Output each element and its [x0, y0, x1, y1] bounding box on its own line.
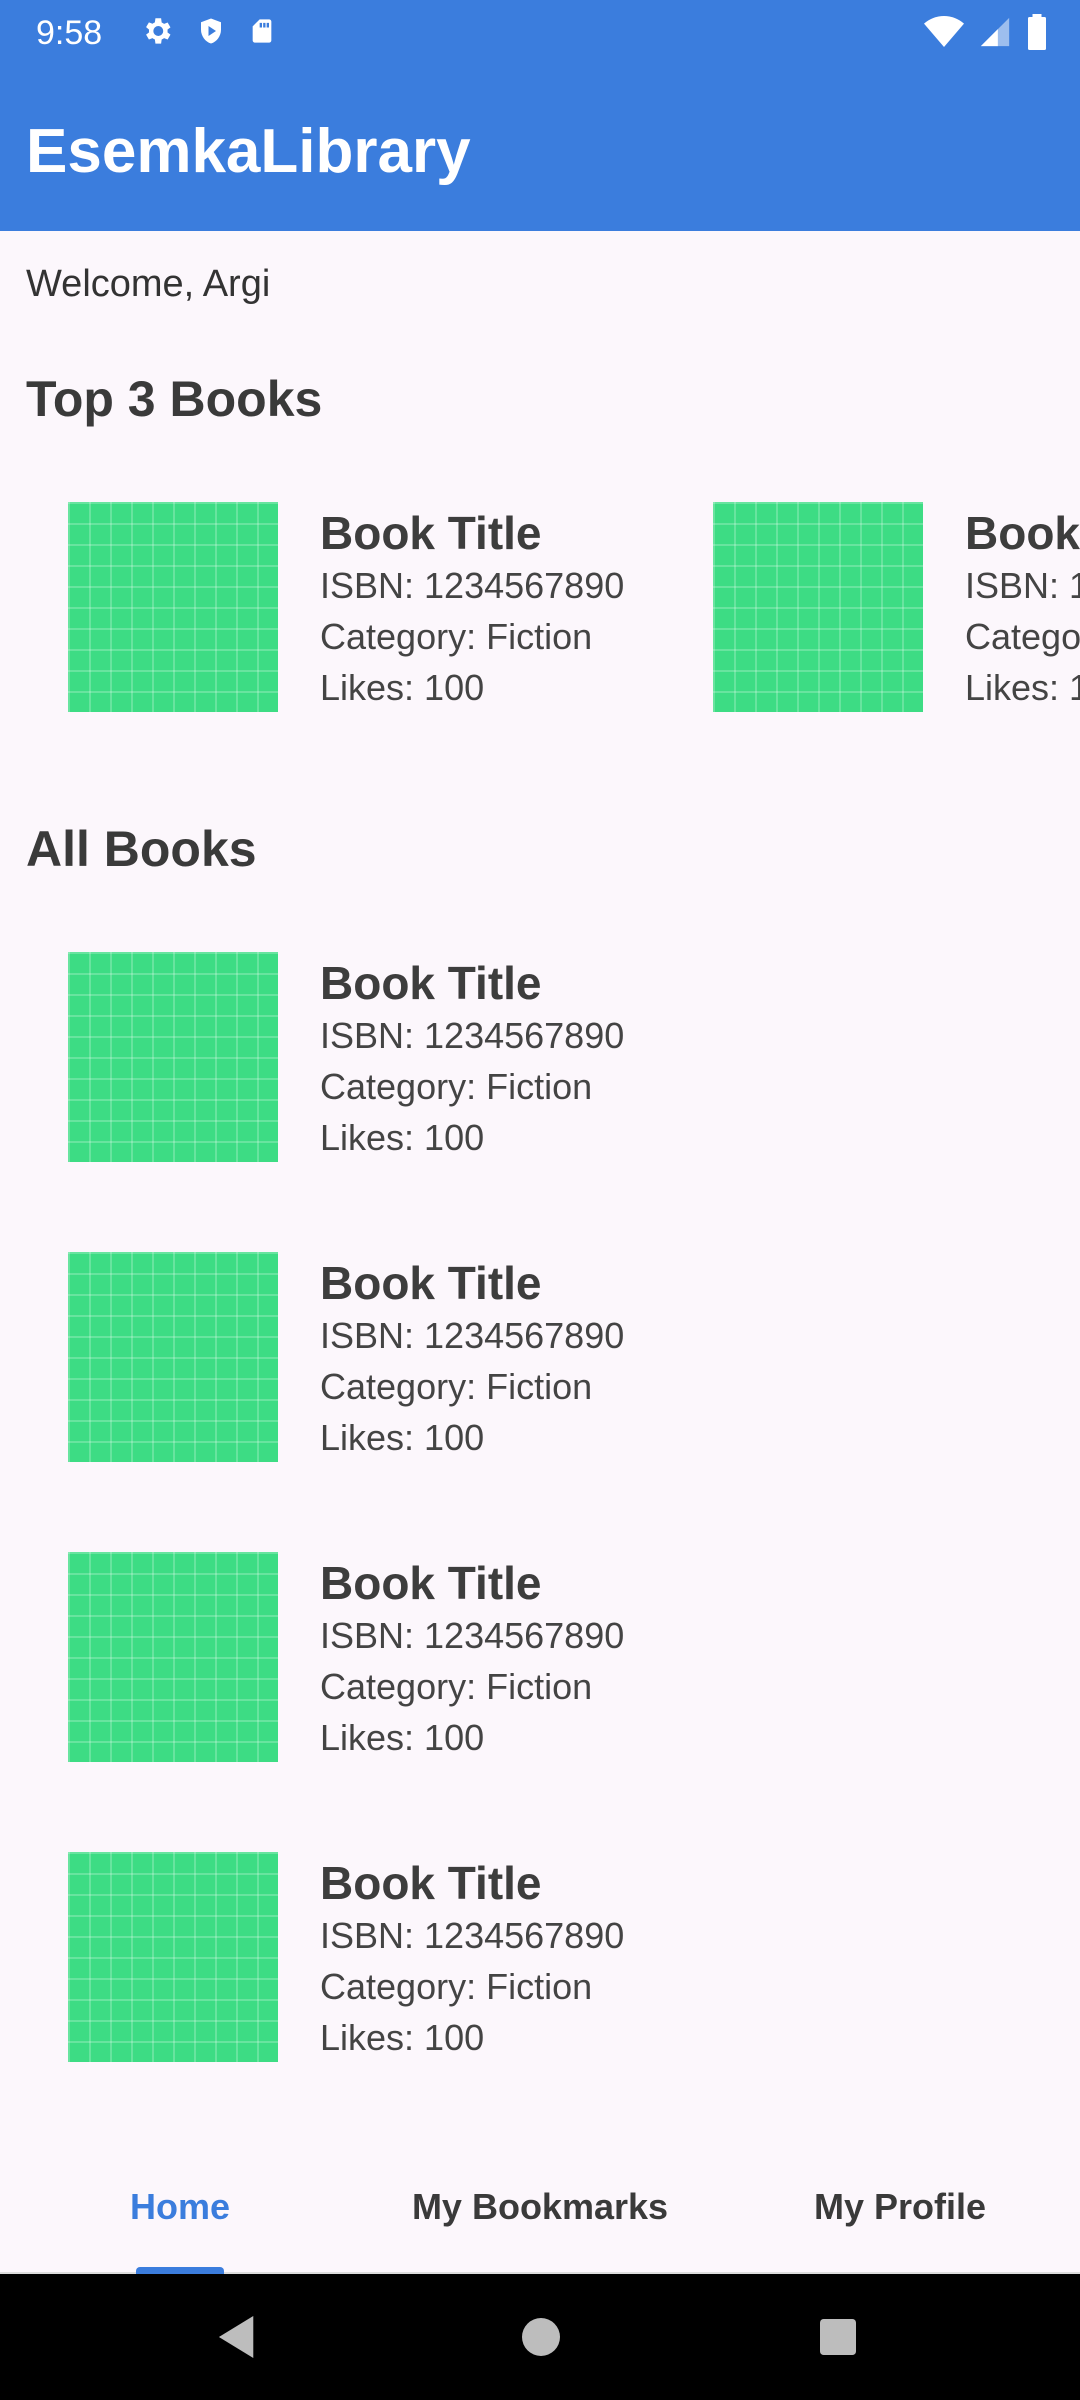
book-category: Category: Fiction: [320, 1666, 593, 1707]
book-category: Category: Fiction: [320, 1966, 593, 2007]
book-list-item[interactable]: Book Title ISBN: 1234567890 Category: Fi…: [68, 1252, 668, 1462]
status-bar: 9:58: [0, 0, 1080, 64]
top-books-carousel[interactable]: Book Title ISBN: 1234567890 Category: Fi…: [0, 500, 1080, 720]
top-book-card[interactable]: Book Title ISBN: 1234567890 Category: Fi…: [713, 502, 1080, 712]
sdcard-icon: [248, 14, 276, 53]
book-cover: [68, 952, 278, 1162]
top-book-card[interactable]: Book Title ISBN: 1234567890 Category: Fi…: [68, 502, 668, 712]
book-cover: [68, 1552, 278, 1762]
book-title: Book Title: [320, 507, 542, 559]
book-list-item[interactable]: Book Title ISBN: 1234567890 Category: Fi…: [68, 1852, 668, 2062]
book-title: Book Title: [320, 1257, 542, 1309]
nav-home-tab[interactable]: Home: [0, 2186, 360, 2228]
book-category: Category: Fiction: [320, 1366, 593, 1407]
system-nav-bar: [0, 2274, 1080, 2400]
book-list-item[interactable]: Book Title ISBN: 1234567890 Category: Fi…: [68, 1552, 668, 1762]
book-cover: [68, 1852, 278, 2062]
recents-icon[interactable]: [820, 2319, 856, 2360]
book-isbn: ISBN: 1234567890: [965, 565, 1080, 606]
book-title: Book Title: [320, 1857, 542, 1909]
nav-bookmarks-tab[interactable]: My Bookmarks: [360, 2186, 720, 2228]
welcome-text: Welcome, Argi: [26, 263, 271, 305]
book-category: Category: Fiction: [965, 616, 1080, 657]
book-cover: [713, 502, 923, 712]
book-isbn: ISBN: 1234567890: [320, 565, 625, 606]
app-title: EsemkaLibrary: [26, 117, 471, 186]
gear-icon: [140, 14, 174, 53]
book-isbn: ISBN: 1234567890: [320, 1615, 625, 1656]
top-books-heading: Top 3 Books: [26, 371, 323, 427]
home-icon[interactable]: [522, 2318, 560, 2361]
back-icon[interactable]: [218, 2316, 258, 2363]
nav-profile-tab[interactable]: My Profile: [720, 2186, 1080, 2228]
book-likes: Likes: 100: [320, 1417, 485, 1458]
battery-icon: [1026, 14, 1048, 55]
wifi-icon: [924, 15, 964, 54]
book-title: Book Title: [320, 1557, 542, 1609]
book-likes: Likes: 100: [320, 1117, 485, 1158]
shield-icon: [196, 14, 226, 53]
book-likes: Likes: 100: [320, 2017, 485, 2058]
book-cover: [68, 1252, 278, 1462]
app-bar: EsemkaLibrary: [0, 64, 1080, 231]
book-category: Category: Fiction: [320, 1066, 593, 1107]
book-likes: Likes: 100: [320, 667, 485, 708]
book-isbn: ISBN: 1234567890: [320, 1315, 625, 1356]
bottom-navigation: Home My Bookmarks My Profile: [0, 2140, 1080, 2275]
book-title: Book Title: [965, 507, 1080, 559]
book-likes: Likes: 100: [965, 667, 1080, 708]
book-category: Category: Fiction: [320, 616, 593, 657]
book-likes: Likes: 100: [320, 1717, 485, 1758]
status-time: 9:58: [36, 14, 103, 52]
all-books-heading: All Books: [26, 821, 257, 877]
book-list-item[interactable]: Book Title ISBN: 1234567890 Category: Fi…: [68, 952, 668, 1162]
book-isbn: ISBN: 1234567890: [320, 1015, 625, 1056]
signal-icon: [978, 15, 1012, 54]
book-title: Book Title: [320, 957, 542, 1009]
book-isbn: ISBN: 1234567890: [320, 1915, 625, 1956]
book-cover: [68, 502, 278, 712]
